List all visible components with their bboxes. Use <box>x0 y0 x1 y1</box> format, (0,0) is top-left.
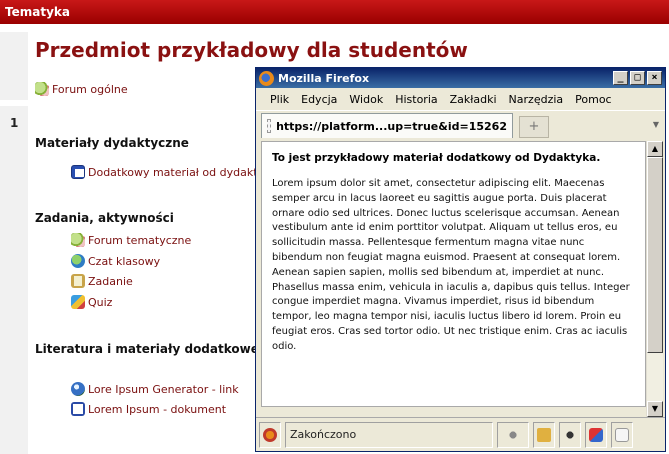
tab-list-arrow-icon[interactable]: ▼ <box>649 114 663 136</box>
menu-history[interactable]: Historia <box>389 93 443 106</box>
scroll-down-arrow-icon[interactable]: ▼ <box>647 401 663 417</box>
assignment-icon <box>71 274 85 288</box>
forum-icon <box>35 82 49 96</box>
close-button[interactable]: × <box>647 71 662 85</box>
status-text-cell: Zakończono <box>285 421 493 448</box>
menu-bar: Plik Edycja Widok Historia Zakładki Narz… <box>256 88 665 110</box>
window-titlebar[interactable]: Mozilla Firefox _ □ × <box>256 68 665 88</box>
tab-bar: https://platform...up=true&id=15262 + ▼ <box>256 110 665 138</box>
left-column <box>0 32 28 454</box>
firefox-logo-icon <box>259 70 274 86</box>
week-number: 1 <box>10 116 19 130</box>
new-tab-button[interactable]: + <box>519 116 549 138</box>
left-column-separator <box>0 100 28 106</box>
activity-link[interactable]: Lore Ipsum Generator - link <box>71 382 239 396</box>
activity-label: Zadanie <box>88 274 133 288</box>
bug-icon[interactable] <box>559 421 581 448</box>
content-paragraph: Lorem ipsum dolor sit amet, consectetur … <box>272 178 630 352</box>
status-text: Zakończono <box>290 428 357 441</box>
vertical-scrollbar[interactable]: ▲ ▼ <box>646 141 663 417</box>
menu-tools[interactable]: Narzędzia <box>503 93 570 106</box>
topics-heading: Tematyka <box>5 5 70 19</box>
status-bar: Zakończono <box>256 417 665 451</box>
maximize-button[interactable]: □ <box>630 71 645 85</box>
menu-file[interactable]: Plik <box>264 93 295 106</box>
lock-icon[interactable] <box>533 421 555 448</box>
tab-title: https://platform...up=true&id=15262 <box>276 119 507 133</box>
page-info-icon[interactable] <box>611 421 633 448</box>
activity-link[interactable]: Forum tematyczne <box>71 233 191 247</box>
page-icon <box>71 165 85 179</box>
activity-label: Dodatkowy materiał od dydaktyka <box>88 165 277 179</box>
menu-view[interactable]: Widok <box>343 93 389 106</box>
section-title: Zadania, aktywności <box>35 211 174 225</box>
tab-active[interactable]: https://platform...up=true&id=15262 <box>261 113 513 138</box>
document-icon <box>71 402 85 416</box>
general-forum-link[interactable]: Forum ogólne <box>35 82 128 96</box>
addon-icon[interactable] <box>585 421 607 448</box>
activity-label: Quiz <box>88 295 113 309</box>
activity-link[interactable]: Lorem Ipsum - dokument <box>71 402 226 416</box>
activity-link[interactable]: Quiz <box>71 295 112 309</box>
menu-help[interactable]: Pomoc <box>569 93 617 106</box>
chat-icon <box>71 254 85 268</box>
general-forum-label: Forum ogólne <box>52 82 128 96</box>
scrollbar-thumb[interactable] <box>647 157 663 353</box>
activity-label: Forum tematyczne <box>88 233 192 247</box>
link-icon <box>71 382 85 396</box>
page-favicon-icon <box>267 119 272 133</box>
content-heading: To jest przykładowy materiał dodatkowy o… <box>272 152 601 164</box>
activity-label: Lorem Ipsum - dokument <box>88 402 227 416</box>
forum-icon <box>71 233 85 247</box>
quiz-icon <box>71 295 85 309</box>
minimize-button[interactable]: _ <box>613 71 628 85</box>
firefox-window: Mozilla Firefox _ □ × Plik Edycja Widok … <box>255 67 666 452</box>
network-status-icon <box>497 421 529 448</box>
page-content: To jest przykładowy materiał dodatkowy o… <box>261 141 646 407</box>
status-firefox-icon <box>259 421 281 448</box>
activity-link[interactable]: Czat klasowy <box>71 254 160 268</box>
window-title: Mozilla Firefox <box>278 71 370 85</box>
activity-label: Lore Ipsum Generator - link <box>88 382 239 396</box>
activity-link[interactable]: Dodatkowy materiał od dydaktyka <box>71 165 277 179</box>
menu-bookmarks[interactable]: Zakładki <box>444 93 503 106</box>
activity-label: Czat klasowy <box>88 254 161 268</box>
course-title: Przedmiot przykładowy dla studentów <box>35 38 468 62</box>
section-header-bar: Tematyka <box>0 0 669 24</box>
activity-link[interactable]: Zadanie <box>71 274 133 288</box>
section-title: Literatura i materiały dodatkowe <box>35 342 259 356</box>
scroll-up-arrow-icon[interactable]: ▲ <box>647 141 663 157</box>
menu-edit[interactable]: Edycja <box>295 93 343 106</box>
section-title: Materiały dydaktyczne <box>35 136 189 150</box>
